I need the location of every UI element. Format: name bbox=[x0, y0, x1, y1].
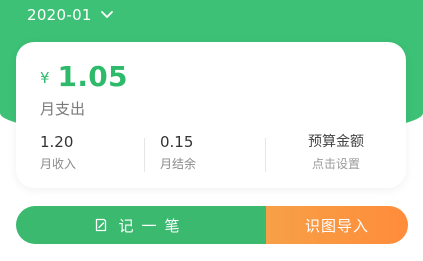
action-bar: 记一笔 识图导入 bbox=[16, 206, 408, 244]
budget-setting-button[interactable]: 预算金额 点击设置 bbox=[266, 134, 406, 171]
month-label: 2020-01 bbox=[27, 6, 92, 24]
balance-label: 月结余 bbox=[160, 157, 197, 171]
image-import-button[interactable]: 识图导入 bbox=[266, 206, 408, 244]
month-selector[interactable]: 2020-01 bbox=[27, 4, 114, 26]
expense-label: 月支出 bbox=[40, 100, 86, 118]
budget-action-label: 点击设置 bbox=[311, 157, 360, 171]
income-stat: 1.20 月收入 bbox=[40, 134, 76, 178]
summary-card: ¥ 1.05 月支出 1.20 月收入 0.15 月结余 预算金额 点击设置 bbox=[16, 42, 406, 188]
income-label: 月收入 bbox=[40, 157, 77, 171]
divider bbox=[144, 138, 145, 172]
expense-amount-row: ¥ 1.05 bbox=[40, 60, 128, 93]
record-entry-label: 记一笔 bbox=[118, 216, 188, 235]
currency-symbol: ¥ bbox=[40, 69, 50, 87]
image-import-label: 识图导入 bbox=[304, 216, 369, 235]
budget-title: 预算金额 bbox=[308, 134, 364, 150]
edit-note-icon bbox=[94, 218, 108, 232]
chevron-down-icon bbox=[100, 8, 114, 22]
record-entry-button[interactable]: 记一笔 bbox=[16, 206, 266, 244]
stats-row: 1.20 月收入 0.15 月结余 预算金额 点击设置 bbox=[16, 134, 406, 178]
expense-amount: 1.05 bbox=[57, 60, 128, 93]
income-value: 1.20 bbox=[40, 133, 74, 151]
balance-value: 0.15 bbox=[160, 133, 194, 151]
balance-stat: 0.15 月结余 bbox=[160, 134, 196, 178]
